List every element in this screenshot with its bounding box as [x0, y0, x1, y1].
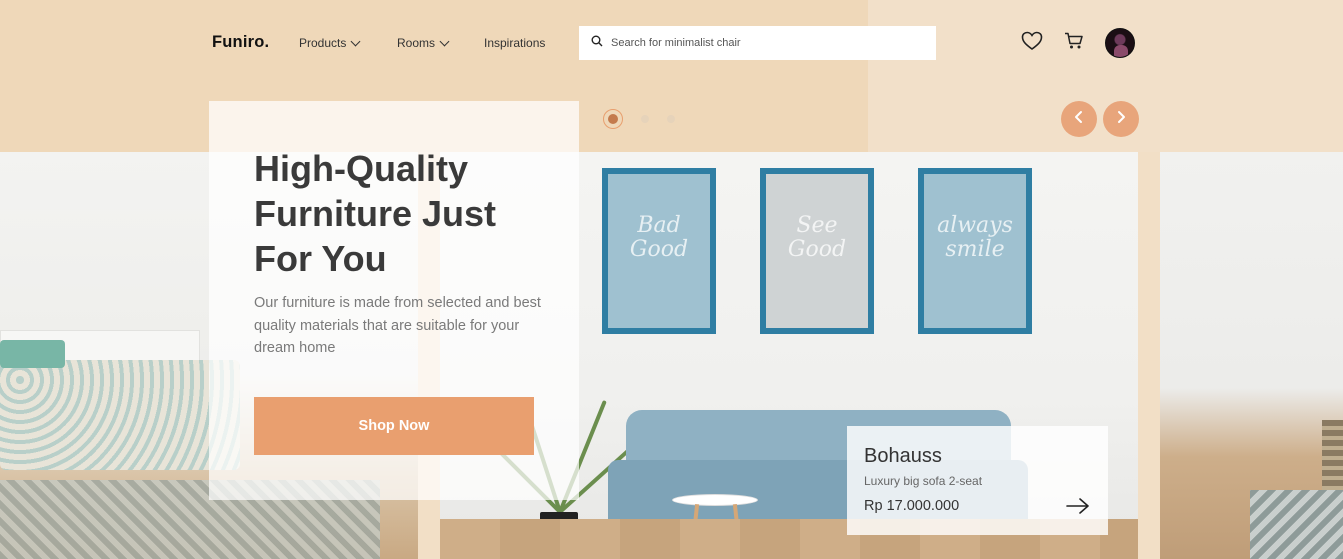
arrow-right-icon[interactable]: [1065, 496, 1091, 516]
rug-right-image: [1250, 490, 1343, 559]
search-icon: [591, 34, 603, 52]
slider-dots: [603, 109, 675, 129]
cart-button[interactable]: [1061, 30, 1087, 56]
next-slide-button[interactable]: [1103, 101, 1139, 137]
logo[interactable]: Funiro.: [212, 33, 269, 52]
wall-frame: See Good: [760, 168, 874, 334]
product-card[interactable]: Bohauss Luxury big sofa 2-seat Rp 17.000…: [847, 426, 1108, 535]
product-price: Rp 17.000.000: [864, 498, 960, 514]
nav-item-products[interactable]: Products: [299, 36, 361, 50]
slider-dot[interactable]: [641, 115, 649, 123]
cart-icon: [1064, 32, 1084, 55]
product-subtitle: Luxury big sofa 2-seat: [864, 474, 983, 488]
wishlist-button[interactable]: [1019, 30, 1045, 56]
chevron-down-icon: [350, 36, 361, 46]
heart-icon: [1021, 31, 1043, 56]
slider-dot[interactable]: [667, 115, 675, 123]
wall-frame: always smile: [918, 168, 1032, 334]
slider-dot-active[interactable]: [603, 109, 623, 129]
side-table: [672, 494, 758, 506]
nav-item-inspirations[interactable]: Inspirations: [484, 36, 545, 50]
bed-image: [0, 330, 240, 480]
shop-now-button[interactable]: Shop Now: [254, 397, 534, 455]
nav-item-label: Rooms: [397, 36, 436, 50]
chevron-down-icon: [439, 36, 450, 46]
prev-slide-button[interactable]: [1061, 101, 1097, 137]
nav-item-rooms[interactable]: Rooms: [397, 36, 450, 50]
search-input[interactable]: [611, 37, 911, 49]
chevron-left-icon: [1073, 110, 1085, 129]
search-bar[interactable]: [579, 26, 936, 60]
nav-item-label: Products: [299, 36, 347, 50]
hero-description: Our furniture is made from selected and …: [254, 295, 541, 356]
divider-stripe: [1138, 152, 1160, 559]
avatar[interactable]: [1105, 28, 1135, 58]
books-image: [1322, 420, 1343, 500]
nav-item-label: Inspirations: [484, 36, 546, 50]
chevron-right-icon: [1115, 110, 1127, 129]
wall-frame: Bad Good: [602, 168, 716, 334]
product-name: Bohauss: [864, 445, 942, 467]
hero-title: High-Quality Furniture Just For You: [254, 148, 497, 279]
